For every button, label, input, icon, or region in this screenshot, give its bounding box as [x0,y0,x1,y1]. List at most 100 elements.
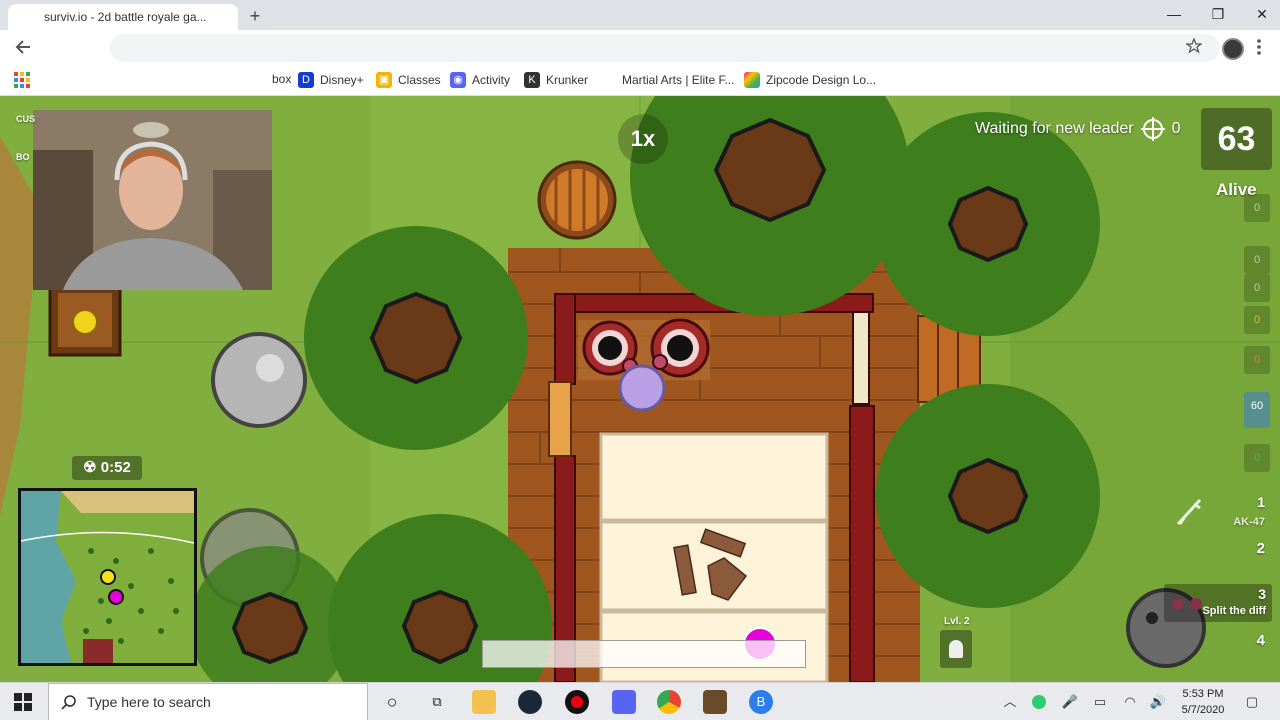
health-bar [482,640,806,668]
inventory-slot[interactable]: 0 [1244,274,1270,302]
bookmark-zipcode[interactable]: Zipcode Design Lo... [744,72,876,88]
close-button[interactable]: ✕ [1240,0,1280,30]
team-tag: CUS [16,114,36,124]
bookmark-star-icon[interactable] [1185,37,1203,59]
weapon-slot-number: 3 [1258,586,1266,602]
discord-icon: ◉ [450,72,466,88]
volume-icon[interactable]: 🔊 [1146,690,1170,714]
stone [211,332,307,428]
task-view-icon[interactable]: ⧉ [425,690,449,714]
menu-kebab-icon[interactable] [1256,38,1262,61]
weapon-slot-number[interactable]: 1 [1257,494,1265,510]
tray-chevron-icon[interactable]: ︿ [998,690,1022,714]
bookmark-martial-arts[interactable]: Martial Arts | Elite F... [600,72,734,88]
leader-text: Waiting for new leader [975,120,1134,137]
inventory-slot[interactable]: 0 [1244,444,1270,472]
alive-count: 63 [1201,108,1272,170]
weapon-slot-number[interactable]: 2 [1257,540,1265,557]
inventory-slot[interactable]: 0 [1244,306,1270,334]
system-clock[interactable]: 5:53 PM 5/7/2020 [1176,686,1230,718]
windows-taskbar: Type here to search ○ ⧉ B ︿ 🎤 ▭ ◠ 🔊 5:53… [0,682,1280,720]
clock-time: 5:53 PM [1182,688,1224,700]
bookmark-krunker[interactable]: K Krunker [524,72,588,88]
minecraft-icon[interactable] [703,690,727,714]
bookmark-label: Zipcode Design Lo... [766,73,877,87]
bookmark-box[interactable]: box [272,72,291,86]
game-canvas[interactable]: 1x Waiting for new leader 0 63 Alive 0 0… [0,96,1280,682]
inventory-slot[interactable]: 0 [1244,194,1270,222]
taskbar-search[interactable]: Type here to search [48,683,368,720]
tree [876,112,1100,336]
loot-crate [48,283,122,357]
tree [876,384,1100,608]
steam-icon[interactable] [518,690,542,714]
team-tag: BO [16,152,30,162]
barrel [537,160,617,240]
apps-grid-icon[interactable] [14,72,30,93]
bookmark-label: Classes [398,73,441,87]
new-tab-button[interactable]: + [244,6,266,26]
zoom-indicator: 1x [618,114,668,164]
webcam-overlay [33,110,272,290]
battery-icon[interactable]: ▭ [1088,690,1112,714]
blank-page-icon [600,72,616,88]
search-placeholder: Type here to search [87,694,211,710]
classes-icon: ▣ [376,72,392,88]
ammo-slot[interactable]: 60 [1244,392,1270,428]
windows-start-icon[interactable] [14,693,32,716]
gas-timer: ☢ 0:52 [72,456,142,480]
minimap-ping-marker [108,589,124,605]
minimize-button[interactable]: — [1152,0,1196,30]
clock-date: 5/7/2020 [1181,704,1225,716]
gas-timer-value: 0:52 [100,459,131,476]
inventory-slot[interactable]: 0 [1244,346,1270,374]
minimap-player-marker [100,569,116,585]
weapon-slot-number[interactable]: 4 [1257,632,1265,649]
bookmark-label: Activity [472,73,511,87]
screen: surviv.io - 2d battle royale ga... + — ❐ ✕… [0,0,1280,720]
bookmark-activity[interactable]: ◉ Activity [450,72,510,88]
tab-title: surviv.io - 2d battle royale ga... [44,10,207,24]
back-arrow-icon[interactable] [14,38,32,61]
wifi-icon[interactable]: ◠ [1118,690,1142,714]
weapon-name: Split the diff [1202,605,1266,617]
crosshair-icon [1140,117,1165,141]
ak47-icon [1176,498,1202,526]
discord-icon[interactable] [612,690,636,714]
app-icon[interactable]: B [749,690,773,714]
chrome-icon[interactable] [657,690,681,714]
kill-count: 0 [1171,120,1181,137]
bookmark-label: Disney+ [320,73,364,87]
helmet-level: Lvl. 2 [944,616,970,627]
cortana-icon[interactable]: ○ [380,690,404,714]
file-explorer-icon[interactable] [472,690,496,714]
bookmark-classes[interactable]: ▣ Classes [376,72,441,88]
browser-toolbar [0,30,1280,66]
bookmark-label: box [272,72,292,86]
search-icon [61,695,76,710]
tray-status-icon[interactable] [1032,695,1046,709]
weapon-name[interactable]: AK-47 [1233,516,1265,528]
address-bar[interactable] [110,34,1220,62]
bookmark-label: Krunker [546,73,589,87]
radiation-icon: ☢ [83,459,97,476]
helmet-icon [940,630,972,668]
profile-avatar[interactable] [1222,38,1244,60]
maximize-button[interactable]: ❐ [1196,0,1240,30]
minimap[interactable] [18,488,197,666]
bookmark-disney[interactable]: D Disney+ [298,72,364,88]
bookmarks-bar: box D Disney+ ▣ Classes ◉ Activity K Krunker… [0,66,1280,96]
bookmark-label: Martial Arts | Elite F... [622,73,735,87]
browser-titlebar: surviv.io - 2d battle royale ga... + — ❐ ✕ [0,0,1280,30]
inventory-slot[interactable]: 0 [1244,246,1270,274]
obs-record-icon[interactable] [565,690,589,714]
zipcode-icon [744,72,760,88]
leader-status: Waiting for new leader 0 [975,116,1181,142]
browser-tab[interactable]: surviv.io - 2d battle royale ga... [8,4,238,30]
krunker-icon: K [524,72,540,88]
tree [304,226,528,450]
disney-icon: D [298,72,314,88]
notification-icon[interactable]: ▢ [1240,690,1264,714]
microphone-icon[interactable]: 🎤 [1058,690,1082,714]
selected-weapon-slot[interactable]: 3 Split the diff [1164,584,1272,622]
